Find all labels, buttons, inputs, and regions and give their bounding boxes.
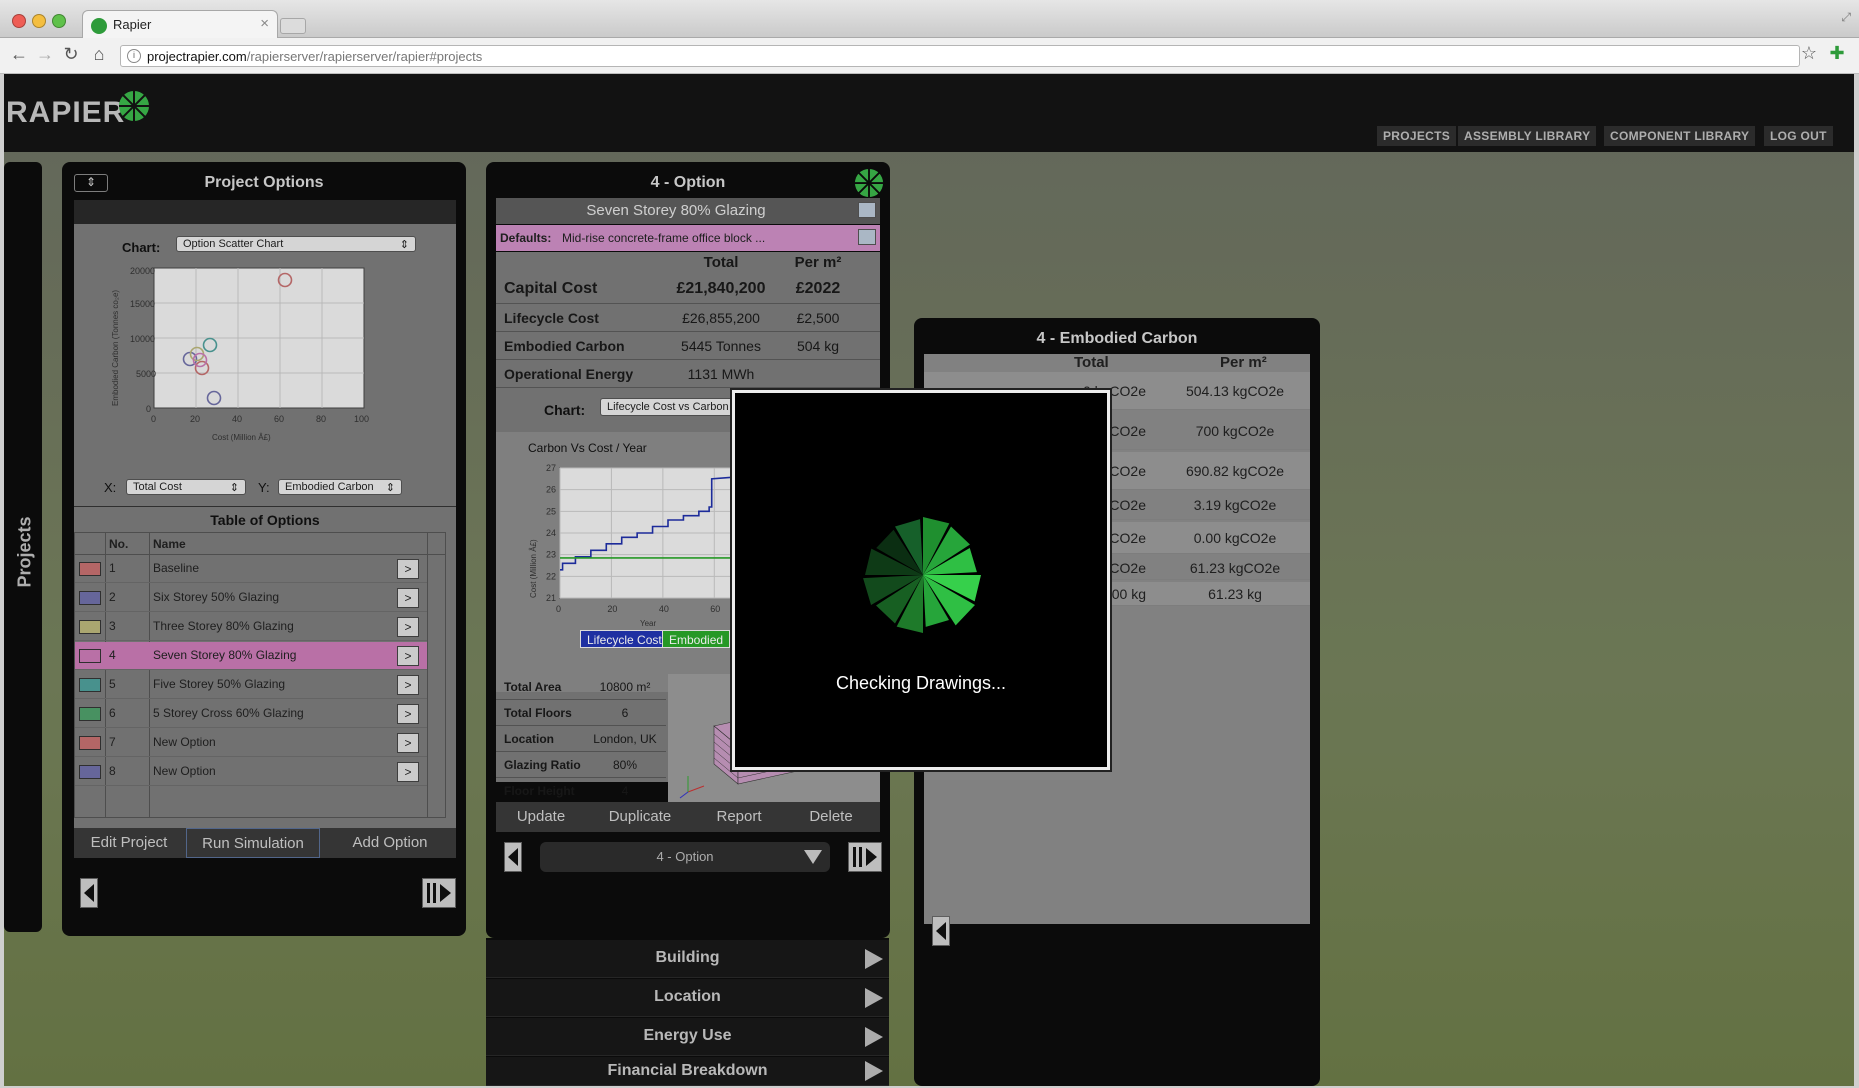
forward-icon[interactable]: →: [34, 44, 56, 65]
browser-tab-bar: Rapier × ⤢: [0, 0, 1859, 38]
zoom-window-button[interactable]: [52, 14, 66, 28]
tab-title: Rapier: [113, 17, 152, 32]
browser-toolbar: ← → ↻ ⌂ i projectrapier.com/rapierserver…: [0, 38, 1859, 74]
reload-icon[interactable]: ↻: [60, 44, 82, 65]
address-bar[interactable]: i projectrapier.com/rapierserver/rapiers…: [120, 45, 1800, 67]
bookmark-star-icon[interactable]: ☆: [1798, 43, 1820, 64]
minimize-window-button[interactable]: [32, 14, 46, 28]
home-icon[interactable]: ⌂: [88, 44, 110, 65]
close-tab-icon[interactable]: ×: [260, 15, 269, 32]
loading-spinner-icon: [863, 517, 981, 633]
checking-drawings-modal: Checking Drawings...: [732, 390, 1110, 770]
new-tab-button[interactable]: [280, 18, 306, 34]
fullscreen-icon[interactable]: ⤢: [1841, 10, 1851, 25]
close-window-button[interactable]: [12, 14, 26, 28]
modal-message: Checking Drawings...: [835, 673, 1007, 693]
url-text: projectrapier.com/rapierserver/rapierser…: [147, 49, 483, 64]
extension-icon[interactable]: ✚: [1826, 43, 1848, 64]
browser-tab[interactable]: Rapier ×: [82, 10, 278, 38]
rapier-favicon-icon: [91, 18, 107, 34]
back-icon[interactable]: ←: [8, 44, 30, 65]
page-info-icon[interactable]: i: [127, 49, 141, 63]
